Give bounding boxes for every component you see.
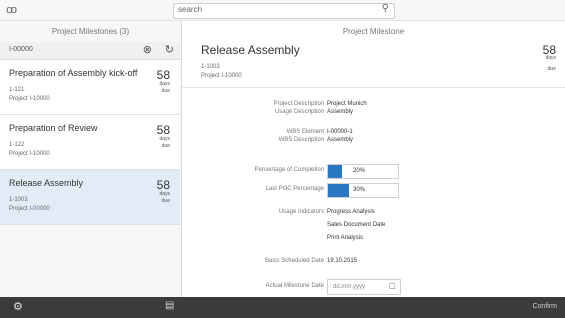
search-input[interactable]: search ⚲ [173, 3, 395, 19]
item-project: Project I-10000 [9, 96, 50, 102]
item-number: 58 [156, 178, 170, 192]
field-label: Project Description [273, 101, 324, 107]
divider [182, 87, 565, 88]
confirm-button[interactable]: Confirm [532, 303, 557, 310]
item-id: 1-1003 [9, 197, 28, 203]
object-title: Release Assembly [201, 43, 300, 57]
item-unit-2: due [161, 143, 170, 149]
item-project: Project I-00000 [9, 206, 50, 212]
date-placeholder[interactable]: dd.mm.yyyy [333, 284, 365, 290]
item-unit: days [159, 136, 170, 142]
search-input-text[interactable]: search [178, 5, 202, 14]
list-item[interactable]: Preparation of Assembly kick-off 58 days… [0, 60, 180, 115]
list-item-selected[interactable]: Release Assembly 58 days due 1-1003 Proj… [0, 170, 180, 225]
object-unit: days [545, 55, 556, 61]
field-label: WBS Element [286, 129, 324, 135]
list-item[interactable]: Preparation of Review 58 days due 1-122 … [0, 115, 180, 170]
object-id: 1-1003 [201, 64, 220, 70]
usage-indicator: Progress Analysis [327, 209, 375, 215]
item-unit-2: due [161, 198, 170, 204]
item-id: 1-121 [9, 87, 25, 93]
master-title: Project Milestones (3) [51, 27, 130, 36]
filter-bar: I-00000 ⊗ ↻ [0, 42, 180, 60]
field-value: 19.10.2015 [327, 258, 358, 264]
field-label: Last POC Percentage [265, 186, 324, 192]
item-name: Release Assembly [9, 178, 84, 188]
progress-text: 30% [353, 187, 366, 193]
field-label: WBS Description [278, 137, 324, 143]
item-id: 1-122 [9, 142, 25, 148]
progress-text: 20% [353, 168, 366, 174]
list-icon[interactable]: ▤ [165, 300, 174, 311]
field-label: Usage Indicators [278, 209, 324, 215]
item-unit: days [159, 191, 170, 197]
item-number: 58 [156, 68, 170, 82]
item-name: Preparation of Assembly kick-off [9, 68, 138, 78]
field-label: Actual Milestone Date [265, 283, 324, 289]
search-icon[interactable]: ⚲ [382, 3, 389, 14]
calendar-icon[interactable]: □ [390, 281, 395, 291]
field-label: Usage Description [274, 109, 324, 115]
object-project: Project I-10000 [201, 73, 242, 79]
field-value: Project Munich [327, 101, 367, 107]
item-unit-2: due [161, 88, 170, 94]
actual-date-input[interactable]: dd.mm.yyyy □ [327, 279, 401, 295]
filter-input[interactable]: I-00000 [9, 46, 33, 53]
usage-indicator: Print Analysis [327, 235, 364, 241]
progress-fill [328, 184, 349, 197]
top-bar: ꝏ search ⚲ [0, 0, 565, 21]
master-pane: Project Milestones (3) I-00000 ⊗ ↻ Prepa… [0, 21, 182, 297]
field-value: I-00000-1 [327, 129, 353, 135]
progress-fill [328, 165, 342, 178]
usage-indicator: Sales Document Date [327, 222, 386, 228]
object-unit-2: due [547, 66, 556, 72]
footer-toolbar: ⚙ ▤ Confirm [0, 297, 565, 318]
app-logo-icon: ꝏ [6, 4, 18, 16]
refresh-icon[interactable]: ↻ [165, 43, 174, 56]
poc-progress-bar: 30% [327, 183, 399, 198]
field-value: Assembly [327, 109, 354, 115]
item-name: Preparation of Review [9, 123, 98, 133]
detail-title: Project Milestone [342, 27, 405, 36]
item-unit: days [159, 81, 170, 87]
gear-icon[interactable]: ⚙ [13, 300, 23, 313]
milestone-list: Preparation of Assembly kick-off 58 days… [0, 60, 180, 225]
clear-icon[interactable]: ⊗ [143, 43, 152, 56]
field-label: Percentage of Completion [254, 167, 324, 173]
completion-progress-bar: 20% [327, 164, 399, 179]
item-number: 58 [156, 123, 170, 137]
field-label: Basic Scheduled Date [264, 258, 324, 264]
field-value: Assembly [327, 137, 354, 143]
item-project: Project I-10000 [9, 151, 50, 157]
detail-pane: Project Milestone Release Assembly 58 da… [182, 21, 565, 297]
